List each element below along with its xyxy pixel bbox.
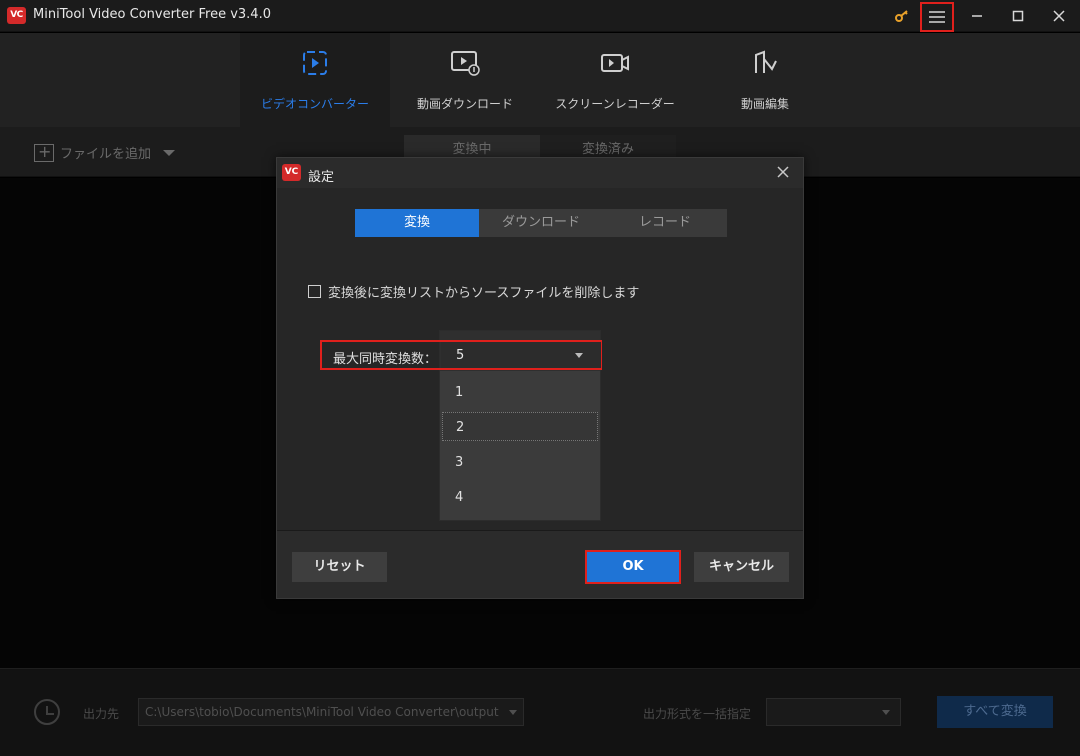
cancel-button[interactable]: キャンセル <box>694 552 789 582</box>
add-file-icon <box>34 142 54 162</box>
nav-video-download[interactable]: 動画ダウンロード <box>390 33 540 127</box>
delete-source-label: 変換後に変換リストからソースファイルを削除します <box>328 286 640 301</box>
max-conversions-value: 5 <box>456 348 465 363</box>
minimize-icon <box>972 15 982 17</box>
dropdown-option[interactable]: 2 <box>442 412 598 441</box>
reset-button[interactable]: リセット <box>292 552 387 582</box>
delete-source-option[interactable]: 変換後に変換リストからソースファイルを削除します <box>308 282 639 301</box>
settings-tabs: 変換 ダウンロード レコード <box>355 209 727 237</box>
nav-label: 動画編集 <box>740 97 789 111</box>
output-path-select[interactable]: C:\Users\tobio\Documents\MiniTool Video … <box>138 698 524 726</box>
nav-video-edit[interactable]: 動画編集 <box>690 33 840 127</box>
maximize-button[interactable] <box>1002 4 1034 28</box>
dropdown-option[interactable]: 4 <box>442 483 598 512</box>
key-icon[interactable] <box>886 4 918 28</box>
chevron-down-icon <box>882 710 890 715</box>
ok-button[interactable]: OK <box>585 550 681 584</box>
menu-button[interactable] <box>920 2 954 32</box>
dialog-title: 設定 <box>308 170 335 185</box>
tab-record[interactable]: レコード <box>603 209 727 237</box>
add-file-label: ファイルを追加 <box>60 147 152 162</box>
max-conversions-row: 最大同時変換数： 5 <box>320 340 602 370</box>
dialog-logo: VC <box>282 164 301 181</box>
nav-label: ビデオコンバーター <box>260 97 369 111</box>
schedule-clock-icon[interactable] <box>34 699 60 725</box>
nav-screen-recorder[interactable]: スクリーンレコーダー <box>540 33 690 127</box>
top-nav: ビデオコンバーター 動画ダウンロード スクリーンレコーダー 動画編集 <box>0 33 1080 127</box>
maximize-icon <box>1012 10 1024 22</box>
output-label: 出力先 <box>83 707 120 721</box>
close-icon <box>777 166 789 178</box>
dropdown-option[interactable]: 3 <box>442 448 598 477</box>
close-icon <box>1053 10 1065 22</box>
convert-all-button[interactable]: すべて変換 <box>937 696 1053 728</box>
format-label: 出力形式を一括指定 <box>643 707 752 721</box>
settings-dialog: VC 設定 変換 ダウンロード レコード 変換後に変換リストからソースファイルを… <box>276 157 804 599</box>
window-title: MiniTool Video Converter Free v3.4.0 <box>33 7 271 22</box>
close-button[interactable] <box>1043 4 1075 28</box>
chevron-down-icon <box>575 353 583 358</box>
nav-video-converter[interactable]: ビデオコンバーター <box>240 33 390 127</box>
max-conversions-select[interactable]: 5 <box>441 342 601 368</box>
video-edit-icon <box>755 50 777 73</box>
format-select[interactable] <box>766 698 901 726</box>
minimize-button[interactable] <box>961 4 993 28</box>
convert-icon <box>303 51 327 75</box>
add-file-button[interactable]: ファイルを追加 <box>34 142 176 162</box>
output-path-value: C:\Users\tobio\Documents\MiniTool Video … <box>145 705 499 719</box>
title-bar: VC MiniTool Video Converter Free v3.4.0 <box>0 0 1080 32</box>
app-logo: VC <box>7 7 26 24</box>
bottom-bar: 出力先 C:\Users\tobio\Documents\MiniTool Vi… <box>0 668 1080 756</box>
max-conversions-label: 最大同時変換数： <box>333 352 438 367</box>
nav-label: 動画ダウンロード <box>416 97 513 111</box>
dropdown-option[interactable]: 1 <box>442 378 598 407</box>
chevron-down-icon <box>509 710 517 715</box>
dialog-header: VC 設定 <box>277 158 803 188</box>
nav-label: スクリーンレコーダー <box>555 97 675 111</box>
delete-source-checkbox[interactable] <box>308 285 321 298</box>
dialog-close-icon[interactable] <box>775 165 791 181</box>
download-video-icon <box>451 51 480 76</box>
tab-convert[interactable]: 変換 <box>355 209 479 237</box>
key-icon-svg <box>895 10 908 22</box>
dialog-footer: リセット OK キャンセル <box>277 530 803 598</box>
screen-record-icon <box>601 54 629 72</box>
hamburger-icon <box>929 11 945 23</box>
tab-download[interactable]: ダウンロード <box>479 209 603 237</box>
chevron-down-icon[interactable] <box>163 149 176 156</box>
